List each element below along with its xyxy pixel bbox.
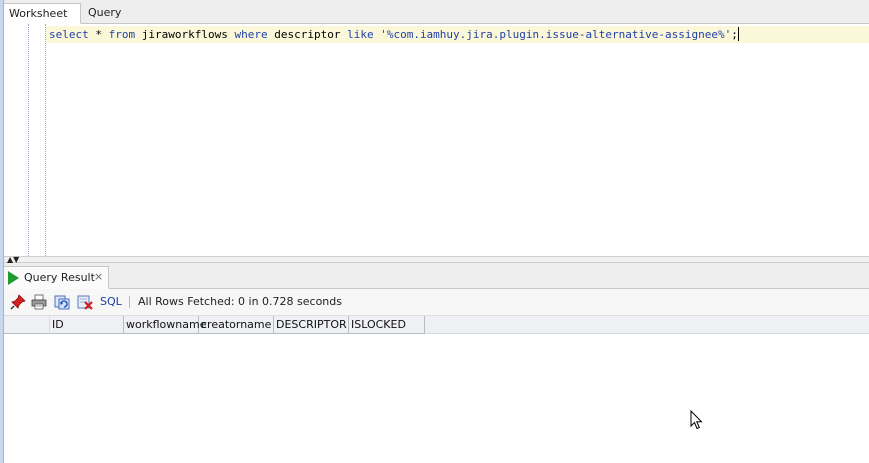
- tab-query-result[interactable]: Query Result ×: [4, 266, 109, 289]
- panel-splitter[interactable]: ▲▼: [4, 256, 869, 264]
- column-header-islocked[interactable]: ISLOCKED: [349, 316, 425, 334]
- tab-query-builder[interactable]: Query Builder: [83, 3, 163, 39]
- results-toolbar: SQL All Rows Fetched: 0 in 0.728 seconds: [4, 289, 869, 316]
- sql-column: descriptor: [267, 28, 348, 41]
- fetch-status: All Rows Fetched: 0 in 0.728 seconds: [138, 295, 342, 308]
- query-result-label: Query Result: [24, 271, 95, 284]
- row-number-header: [4, 316, 50, 334]
- refresh-icon[interactable]: [54, 294, 70, 310]
- keyword-like: like: [347, 28, 374, 41]
- keyword-select: select: [49, 28, 89, 41]
- sql-link[interactable]: SQL: [100, 289, 122, 315]
- sql-statement[interactable]: select * from jiraworkflows where descri…: [49, 27, 739, 43]
- sql-star: *: [88, 28, 109, 41]
- result-grid-body[interactable]: [4, 334, 869, 463]
- toolbar-separator: [129, 296, 130, 308]
- text-caret: [737, 27, 739, 41]
- close-icon[interactable]: ×: [94, 267, 103, 287]
- keyword-where: where: [234, 28, 268, 41]
- column-header-descriptor[interactable]: DESCRIPTOR: [274, 316, 349, 334]
- worksheet-tabbar: Worksheet Query Builder: [4, 0, 869, 39]
- print-icon[interactable]: [31, 294, 47, 310]
- results-tabbar: Query Result ×: [4, 263, 869, 289]
- sql-table: jiraworkflows: [135, 28, 235, 41]
- sql-string-literal: '%com.iamhuy.jira.plugin.issue-alternati…: [380, 28, 732, 41]
- mouse-pointer-icon: [690, 410, 703, 430]
- sql-editor[interactable]: select * from jiraworkflows where descri…: [4, 24, 869, 256]
- run-play-icon: [8, 271, 19, 285]
- keyword-from: from: [108, 28, 136, 41]
- sql-terminator: ;: [731, 28, 738, 41]
- pin-icon[interactable]: [10, 294, 26, 310]
- column-header-id[interactable]: ID: [50, 316, 124, 334]
- column-header-creatorname[interactable]: creatorname: [199, 316, 274, 334]
- column-header-workflowname[interactable]: workflowname: [124, 316, 206, 334]
- tab-worksheet[interactable]: Worksheet: [4, 3, 81, 24]
- gutter-divider: [28, 24, 29, 256]
- result-grid-header: ID workflowname creatorname DESCRIPTOR I…: [4, 316, 869, 334]
- gutter-divider: [45, 24, 46, 256]
- delete-icon[interactable]: [77, 294, 93, 310]
